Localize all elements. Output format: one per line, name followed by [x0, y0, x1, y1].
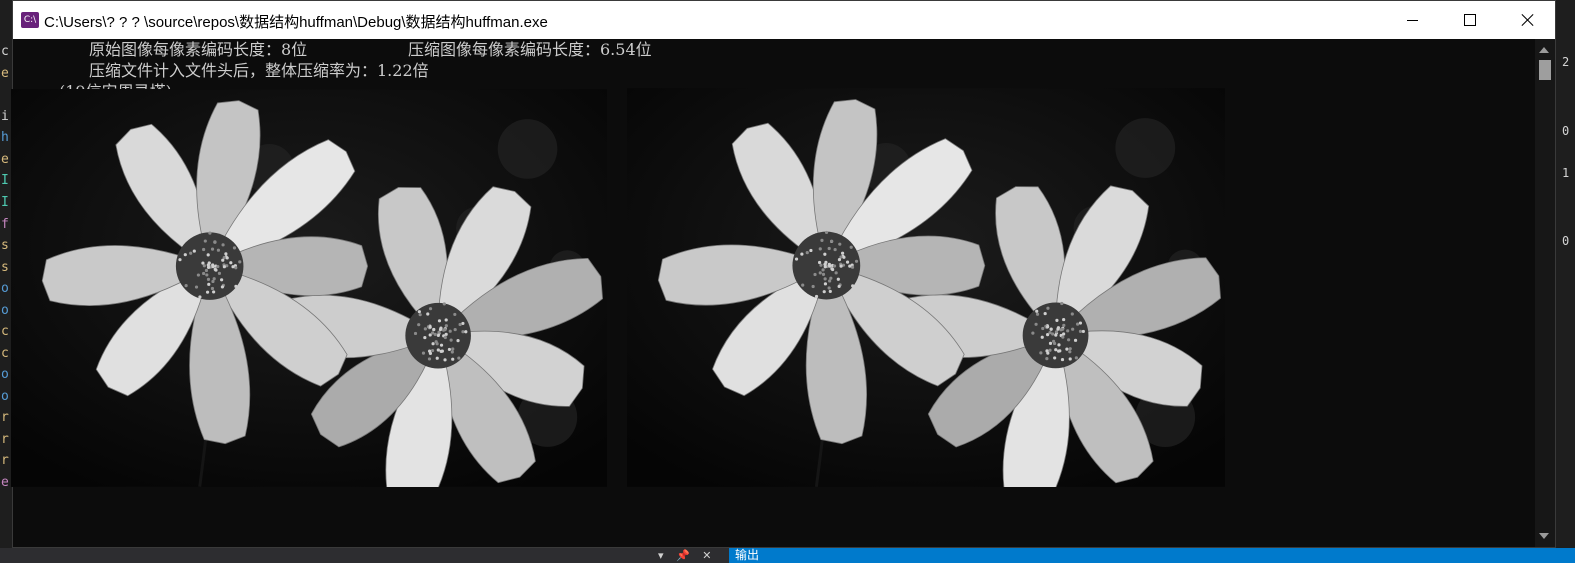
original-image-window	[11, 89, 607, 487]
vertical-scrollbar[interactable]	[1535, 39, 1555, 547]
close-icon	[1521, 13, 1535, 27]
console-app-icon: C:\	[21, 12, 39, 28]
code-fragment: 1	[1562, 166, 1569, 180]
original-bits-text: 原始图像每像素编码长度：8位	[89, 39, 307, 60]
output-panel-tab[interactable]: 输出	[729, 548, 1575, 563]
ide-editor-right-strip: 2010	[1556, 0, 1575, 563]
code-fragment: 0	[1562, 124, 1569, 138]
close-button[interactable]	[1499, 1, 1557, 39]
code-fragment: c	[1, 44, 12, 60]
code-fragment: e	[1, 66, 12, 82]
compression-ratio-text: 压缩文件计入文件头后，整体压缩率为：1.22倍	[89, 60, 429, 81]
flower-grayscale-image	[11, 89, 607, 487]
code-fragment: 0	[1562, 234, 1569, 248]
scroll-thumb[interactable]	[1539, 60, 1551, 80]
maximize-icon	[1464, 14, 1476, 26]
maximize-button[interactable]	[1441, 1, 1499, 39]
console-window: C:\ C:\Users\? ? ? \source\repos\数据结构huf…	[12, 0, 1556, 548]
output-panel-toolbar: ▾ 📌 ✕	[658, 548, 720, 563]
title-bar[interactable]: C:\ C:\Users\? ? ? \source\repos\数据结构huf…	[13, 1, 1555, 39]
pin-icon[interactable]: 📌	[676, 549, 690, 562]
window-title: C:\Users\? ? ? \source\repos\数据结构huffman…	[44, 11, 548, 32]
flower-grayscale-image	[627, 88, 1225, 487]
close-icon[interactable]: ✕	[702, 549, 711, 562]
compressed-bits-text: 压缩图像每像素编码长度：6.54位	[408, 39, 652, 60]
dropdown-icon[interactable]: ▾	[658, 549, 664, 562]
minimize-button[interactable]	[1383, 1, 1441, 39]
minimize-icon	[1407, 20, 1418, 21]
scroll-up-icon[interactable]	[1539, 47, 1549, 53]
code-fragment: 2	[1562, 55, 1569, 69]
ide-bottom-bar: ▾ 📌 ✕ 输出	[0, 548, 1575, 563]
scroll-down-icon[interactable]	[1539, 533, 1549, 539]
decompressed-image-window	[627, 88, 1225, 487]
